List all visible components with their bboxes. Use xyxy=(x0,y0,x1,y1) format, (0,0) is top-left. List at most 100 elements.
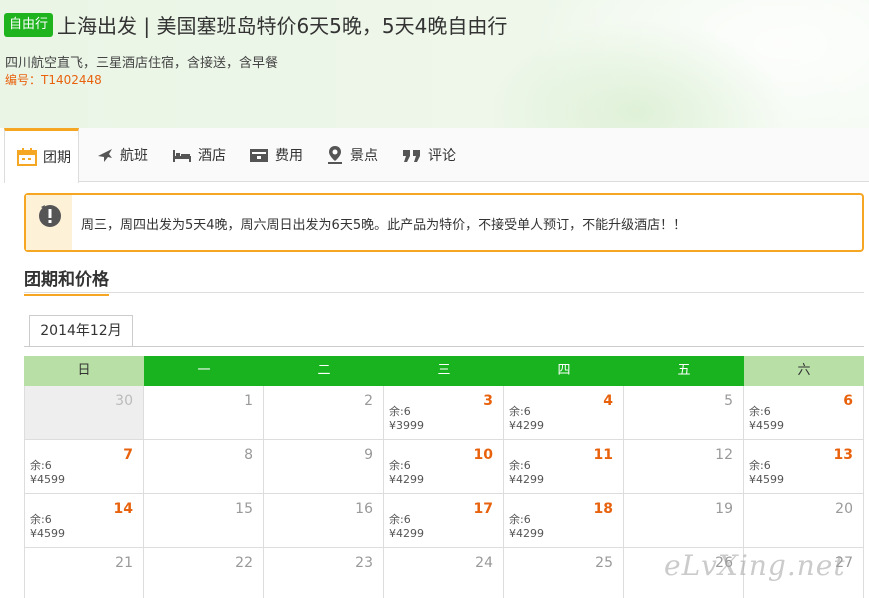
calendar-day: 16 xyxy=(264,494,384,548)
day-number: 12 xyxy=(715,447,733,463)
day-price: ¥4299 xyxy=(389,527,424,540)
day-number: 25 xyxy=(595,555,613,571)
day-number: 8 xyxy=(244,447,253,463)
day-number: 10 xyxy=(473,447,493,463)
day-price: ¥4599 xyxy=(30,473,65,486)
remaining-seats: 余:6 xyxy=(30,459,52,472)
day-info: 余:6 ¥4299 xyxy=(509,459,544,487)
product-header: 自由行 上海出发 | 美国塞班岛特价6天5晚，5天4晚自由行 四川航空直飞，三星… xyxy=(0,0,869,128)
section-divider xyxy=(24,292,864,293)
calendar-day: 5 xyxy=(624,386,744,440)
calendar-day-available[interactable]: 10 余:6 ¥4299 xyxy=(384,440,504,494)
tab-schedule[interactable]: 团期 xyxy=(4,128,79,183)
day-number: 21 xyxy=(115,555,133,571)
day-number: 19 xyxy=(715,501,733,517)
day-price: ¥4299 xyxy=(509,473,544,486)
calendar-day-available[interactable]: 18 余:6 ¥4299 xyxy=(504,494,624,548)
detail-tabs: 团期 航班 酒店 费用 景点 评论 xyxy=(4,128,869,183)
calendar-day-available[interactable]: 6 余:6 ¥4599 xyxy=(744,386,864,440)
day-info: 余:6 ¥4299 xyxy=(509,405,544,433)
tab-reviews[interactable]: 评论 xyxy=(390,128,456,182)
calendar-icon xyxy=(17,148,37,166)
calendar-day-available[interactable]: 3 余:6 ¥3999 xyxy=(384,386,504,440)
wallet-icon xyxy=(250,149,268,162)
day-number: 20 xyxy=(835,501,853,517)
remaining-seats: 余:6 xyxy=(389,405,411,418)
day-number: 5 xyxy=(724,393,733,409)
day-price: ¥4599 xyxy=(749,473,784,486)
calendar-week-row: 30 1 2 3 余:6 ¥3999 4 余:6 ¥4299 5 6 余:6 ¥4599 xyxy=(24,386,864,440)
weekday-header-cell: 五 xyxy=(624,356,744,386)
month-tab-divider xyxy=(24,346,864,347)
weekday-header-cell: 二 xyxy=(264,356,384,386)
calendar-weekday-header: 日一二三四五六 xyxy=(24,356,864,386)
day-number: 1 xyxy=(244,393,253,409)
day-number: 6 xyxy=(843,393,853,409)
day-number: 13 xyxy=(833,447,853,463)
calendar-day: 8 xyxy=(144,440,264,494)
day-price: ¥4599 xyxy=(30,527,65,540)
product-type-badge: 自由行 xyxy=(4,13,54,37)
day-info: 余:6 ¥4599 xyxy=(30,459,65,487)
day-info: 余:6 ¥4299 xyxy=(389,513,424,541)
calendar-day: 21 xyxy=(24,548,144,598)
plane-icon xyxy=(98,149,112,162)
weekday-header-cell: 三 xyxy=(384,356,504,386)
calendar-day-available[interactable]: 4 余:6 ¥4299 xyxy=(504,386,624,440)
calendar-day: 30 xyxy=(24,386,144,440)
day-price: ¥4299 xyxy=(509,527,544,540)
remaining-seats: 余:6 xyxy=(389,513,411,526)
watermark: eLvXing.net xyxy=(664,549,846,582)
tab-fees[interactable]: 费用 xyxy=(237,128,303,182)
calendar-day: 1 xyxy=(144,386,264,440)
alert-icon xyxy=(39,205,61,227)
notice-box: 周三，周四出发为5天4晚，周六周日出发为6天5晚。此产品为特价，不接受单人预订，… xyxy=(24,193,864,252)
day-info: 余:6 ¥4299 xyxy=(509,513,544,541)
calendar-day: 19 xyxy=(624,494,744,548)
day-number: 11 xyxy=(593,447,613,463)
calendar-week-row: 14 余:6 ¥4599 15 16 17 余:6 ¥4299 18 余:6 ¥4299 19 20 xyxy=(24,494,864,548)
tab-flight[interactable]: 航班 xyxy=(84,128,148,182)
remaining-seats: 余:6 xyxy=(509,459,531,472)
weekday-header-cell: 六 xyxy=(744,356,864,386)
header-decoration-2 xyxy=(489,20,789,128)
calendar-day-available[interactable]: 14 余:6 ¥4599 xyxy=(24,494,144,548)
calendar-day: 15 xyxy=(144,494,264,548)
day-info: 余:6 ¥4599 xyxy=(749,459,784,487)
notice-text: 周三，周四出发为5天4晚，周六周日出发为6天5晚。此产品为特价，不接受单人预订，… xyxy=(81,218,687,233)
day-number: 3 xyxy=(483,393,493,409)
weekday-header-cell: 四 xyxy=(504,356,624,386)
day-number: 4 xyxy=(603,393,613,409)
calendar-day-available[interactable]: 11 余:6 ¥4299 xyxy=(504,440,624,494)
tab-hotel[interactable]: 酒店 xyxy=(160,128,226,182)
calendar-day: 24 xyxy=(384,548,504,598)
day-number: 16 xyxy=(355,501,373,517)
calendar-day: 12 xyxy=(624,440,744,494)
notice-icon-area xyxy=(26,195,72,250)
calendar-day-available[interactable]: 17 余:6 ¥4299 xyxy=(384,494,504,548)
day-number: 23 xyxy=(355,555,373,571)
day-number: 2 xyxy=(364,393,373,409)
remaining-seats: 余:6 xyxy=(509,405,531,418)
calendar-day: 9 xyxy=(264,440,384,494)
location-pin-icon xyxy=(328,146,342,164)
calendar-week-row: 7 余:6 ¥4599 8 9 10 余:6 ¥4299 11 余:6 ¥4299 12 13 余:6 ¥4… xyxy=(24,440,864,494)
day-number: 30 xyxy=(115,393,133,409)
day-price: ¥4299 xyxy=(389,473,424,486)
tab-label: 团期 xyxy=(43,150,71,166)
day-info: 余:6 ¥4299 xyxy=(389,459,424,487)
tab-attractions[interactable]: 景点 xyxy=(314,128,378,182)
day-number: 15 xyxy=(235,501,253,517)
day-number: 17 xyxy=(473,501,493,517)
product-subtitle: 四川航空直飞，三星酒店住宿，含接送，含早餐 xyxy=(5,56,279,71)
day-info: 余:6 ¥4599 xyxy=(749,405,784,433)
calendar-day: 2 xyxy=(264,386,384,440)
calendar-day: 23 xyxy=(264,548,384,598)
calendar-day-available[interactable]: 7 余:6 ¥4599 xyxy=(24,440,144,494)
tab-label: 酒店 xyxy=(198,148,226,164)
remaining-seats: 余:6 xyxy=(389,459,411,472)
calendar-day-available[interactable]: 13 余:6 ¥4599 xyxy=(744,440,864,494)
day-price: ¥4599 xyxy=(749,419,784,432)
remaining-seats: 余:6 xyxy=(30,513,52,526)
month-tab[interactable]: 2014年12月 xyxy=(29,315,133,347)
